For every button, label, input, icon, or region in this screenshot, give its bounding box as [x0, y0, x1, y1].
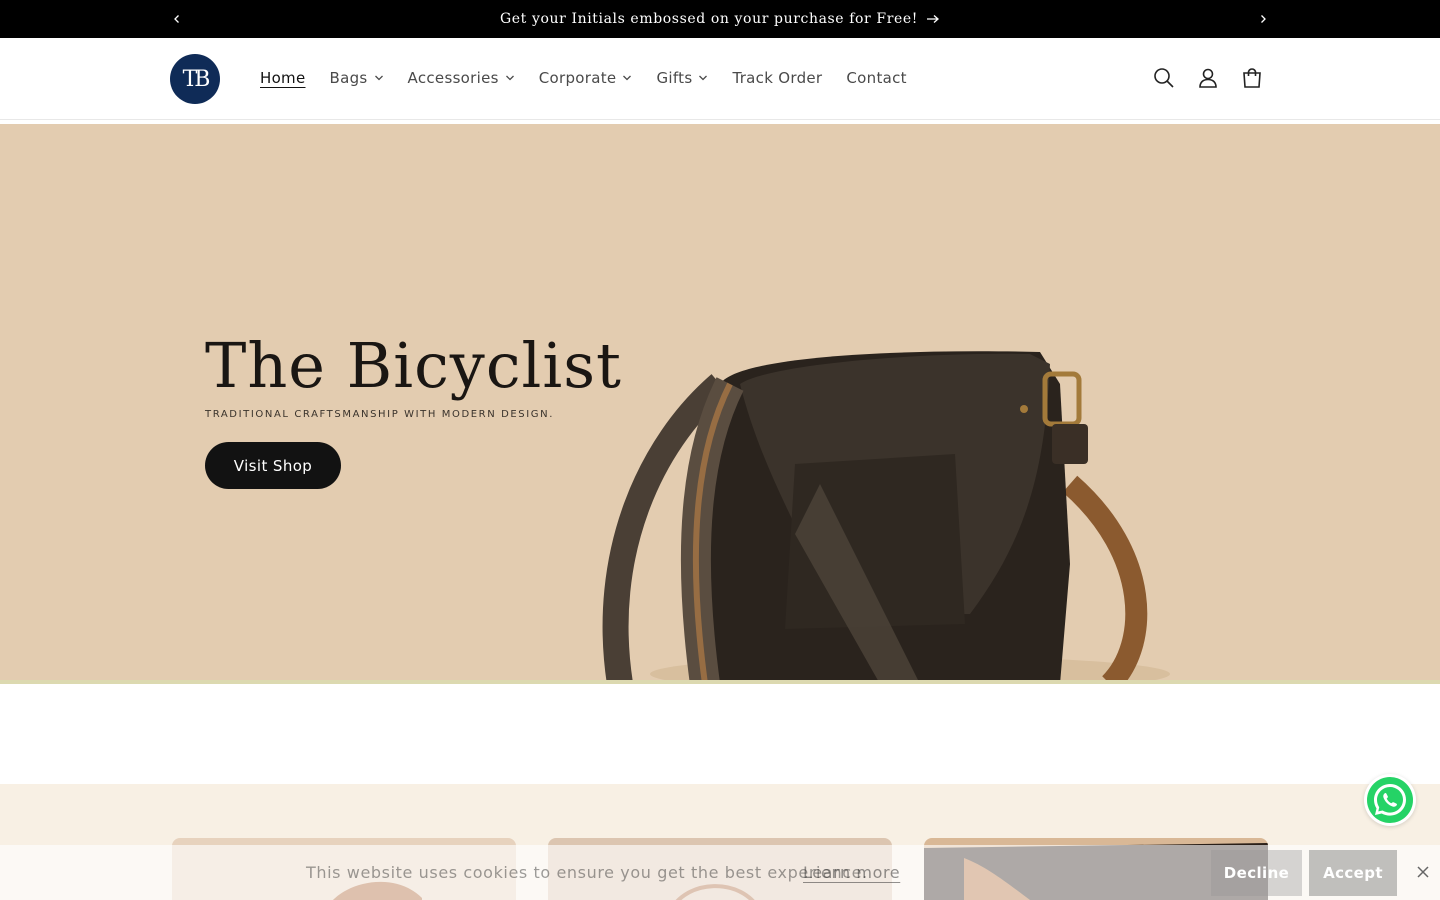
hero-banner: The Bicyclist TRADITIONAL CRAFTSMANSHIP … — [0, 124, 1440, 684]
announcement-text: Get your Initials embossed on your purch… — [500, 11, 918, 27]
announcement-bar: Get your Initials embossed on your purch… — [0, 0, 1440, 38]
nav-label: Corporate — [538, 69, 617, 87]
learn-more-link[interactable]: Learn more — [803, 845, 900, 900]
nav-item-corporate[interactable]: Corporate — [527, 58, 645, 98]
decline-button[interactable]: Decline — [1211, 850, 1302, 896]
chevron-down-icon — [374, 75, 383, 81]
account-icon — [1199, 68, 1217, 88]
nav-label: Bags — [329, 69, 368, 87]
search-icon — [1154, 68, 1174, 88]
hero-bag-image — [602, 351, 1170, 684]
nav-item-bags[interactable]: Bags — [318, 58, 396, 98]
site-header: TB Home Bags Accessories Corporate Gifts… — [0, 38, 1440, 120]
cookie-close-button[interactable] — [1412, 861, 1434, 883]
nav-item-gifts[interactable]: Gifts — [644, 58, 720, 98]
main-nav: Home Bags Accessories Corporate Gifts Tr… — [248, 38, 919, 118]
cart-button[interactable] — [1230, 56, 1274, 100]
cookie-text: This website uses cookies to ensure you … — [306, 863, 868, 882]
chevron-down-icon — [505, 75, 514, 81]
nav-label: Home — [260, 69, 306, 87]
whatsapp-button[interactable] — [1364, 774, 1416, 826]
nav-label: Track Order — [732, 69, 823, 87]
hero-title: The Bicyclist — [205, 329, 622, 402]
arrow-right-icon — [927, 15, 939, 23]
nav-item-track-order[interactable]: Track Order — [720, 58, 834, 98]
nav-label: Gifts — [656, 69, 693, 87]
nav-item-contact[interactable]: Contact — [834, 58, 918, 98]
header-icons — [1142, 38, 1274, 118]
account-button[interactable] — [1186, 56, 1230, 100]
accept-button[interactable]: Accept — [1309, 850, 1397, 896]
chevron-right-icon — [1261, 15, 1266, 23]
chevron-down-icon — [699, 75, 708, 81]
cart-icon — [1243, 68, 1261, 88]
logo-text: TB — [182, 66, 211, 92]
nav-item-accessories[interactable]: Accessories — [396, 58, 527, 98]
hero-subtitle: TRADITIONAL CRAFTSMANSHIP WITH MODERN DE… — [205, 409, 555, 420]
visit-shop-button[interactable]: Visit Shop — [205, 442, 341, 489]
nav-label: Accessories — [407, 69, 499, 87]
announcement-message-link[interactable]: Get your Initials embossed on your purch… — [0, 0, 1440, 38]
hero-divider — [0, 680, 1440, 684]
close-icon — [1417, 866, 1429, 878]
nav-label: Contact — [846, 69, 907, 87]
cookie-banner: This website uses cookies to ensure you … — [0, 845, 1440, 900]
search-button[interactable] — [1142, 56, 1186, 100]
whatsapp-icon — [1367, 777, 1413, 823]
announcement-next-button[interactable] — [1248, 0, 1278, 38]
brand-logo[interactable]: TB — [170, 54, 220, 104]
nav-item-home[interactable]: Home — [248, 58, 318, 98]
chevron-down-icon — [623, 75, 632, 81]
